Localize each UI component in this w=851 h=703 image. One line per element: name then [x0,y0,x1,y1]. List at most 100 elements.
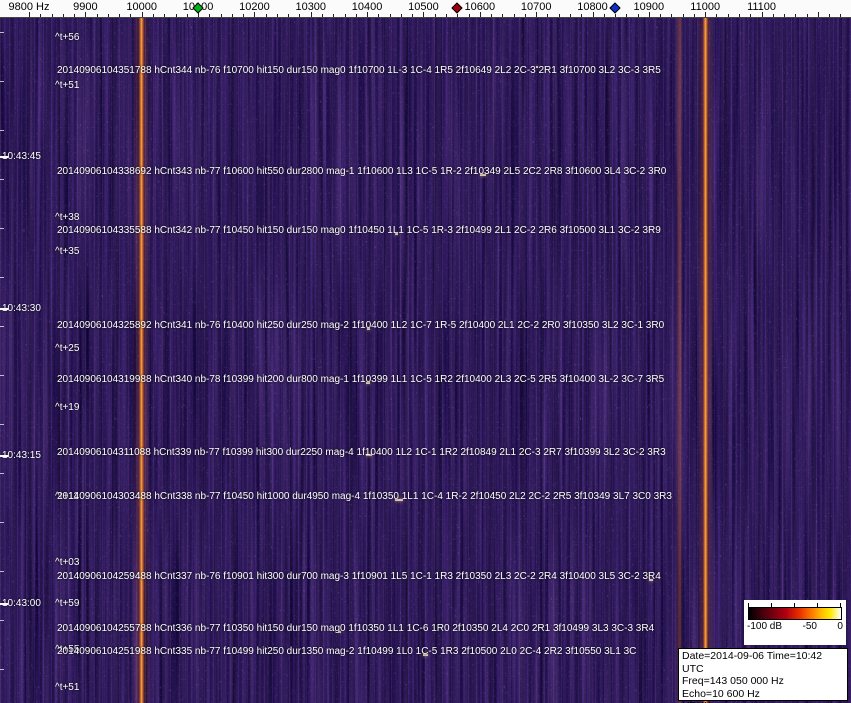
freq-tick-label: 10200 [239,1,270,13]
freq-tick-label: 10900 [633,1,665,13]
time-tick-major [0,455,8,457]
freq-tick [74,14,76,17]
freq-tick-label: 10700 [520,1,552,13]
freq-tick [276,14,278,17]
event-log-line: 20140906104255788 hCnt336 nb-77 f10350 h… [57,623,655,634]
freq-tick [220,14,222,17]
carrier-line-10955hz [676,18,684,703]
time-tick-minor [0,473,4,474]
freq-tick [400,14,402,17]
freq-tick-label: 10300 [295,1,327,13]
frequency-ruler[interactable]: 9800 Hz990010000101001020010300104001050… [0,0,851,18]
freq-tick [186,14,188,17]
freq-tick [693,14,695,17]
freq-tick [750,14,752,17]
freq-tick [840,14,842,17]
carrier-line-11000hz [701,18,709,703]
freq-tick [62,14,64,17]
freq-tick-label: 11000 [690,1,721,13]
freq-tick-label: 9800 Hz [8,1,50,13]
freq-tick [468,14,470,17]
freq-tick-label: 11100 [747,1,777,13]
freq-tick [288,14,290,17]
time-offset-mark: ^t+56 [55,32,80,43]
time-offset-mark: ^t+51 [55,80,80,91]
time-offset-mark: ^t+51 [55,682,80,693]
freq-tick-label: 10400 [351,1,383,13]
freq-tick [806,14,808,17]
info-box: Date=2014-09-06 Time=10:42 UTC Freq=143 … [678,648,848,703]
freq-tick [581,14,583,17]
freq-tick [795,14,797,17]
spectrum-analyzer-window: 9800 Hz990010000101001020010300104001050… [0,0,851,703]
freq-tick [513,14,515,17]
time-offset-mark: ^t+38 [55,212,80,223]
freq-tick [299,14,301,17]
freq-tick-label: 10000 [126,1,157,13]
freq-tick [829,14,831,17]
freq-tick [716,14,718,17]
event-log-line: 20140906104325892 hCnt341 nb-76 f10400 h… [57,320,665,331]
time-tick-minor [0,277,4,278]
freq-tick [322,14,324,17]
freq-tick [524,14,526,17]
freq-tick [389,14,391,17]
time-offset-mark: ^t+19 [55,402,80,413]
freq-tick [502,14,504,17]
time-offset-mark: ^t+35 [55,246,80,257]
freq-tick [96,14,98,17]
time-tick-minor [0,228,4,229]
freq-tick [547,14,549,17]
time-tick-minor [0,424,4,425]
freq-tick [40,14,42,17]
time-offset-mark: ^t+25 [55,343,80,354]
freq-tick-label: 10600 [464,1,496,13]
freq-tick [637,14,639,17]
time-tick-minor [0,375,4,376]
freq-tick [130,14,132,17]
event-log-line: 20140906104335588 hCnt342 nb-77 f10450 h… [57,225,661,236]
legend-labels: -100 dB -50 0 [744,620,846,633]
freq-tick [51,14,53,17]
time-tick-minor [0,620,4,621]
freq-tick [615,14,617,17]
freq-tick-label: 10800 [577,1,608,13]
time-tick-minor [0,326,4,327]
freq-tick [152,14,154,17]
freq-tick [772,14,774,17]
event-log-line: 20140906104251988 hCnt335 nb-77 f10499 h… [57,646,637,657]
time-tick-major [0,603,8,605]
time-tick-minor [0,130,4,131]
red-diamond-marker[interactable] [451,2,463,14]
event-log-line: 20140906104338692 hCnt343 nb-77 f10600 h… [57,166,667,177]
freq-tick [378,14,380,17]
event-log-line: 20140906104311088 hCnt339 nb-77 f10399 h… [57,447,666,458]
freq-tick [682,14,684,17]
freq-tick [434,14,436,17]
time-tick-minor [0,32,4,33]
time-tick-minor [0,522,4,523]
freq-tick [355,14,357,17]
time-offset-mark: ^t+03 [55,557,80,568]
legend-label-mid: -50 [802,621,817,632]
freq-tick [727,14,729,17]
freq-tick [265,14,267,17]
freq-tick [333,14,335,17]
freq-tick [209,14,211,17]
freq-tick [175,14,177,17]
blue-diamond-marker[interactable] [609,2,621,14]
legend-label-max: 0 [837,621,843,632]
info-date-time: Date=2014-09-06 Time=10:42 UTC [682,650,823,675]
freq-tick-label: 9900 [73,1,98,13]
freq-tick [412,14,414,17]
carrier-line-10000hz [138,18,146,703]
freq-tick [344,14,346,17]
overlay-layer: 10:43:45 10:43:30 10:43:15 10:43:00 ^t+56 ^t+… [0,18,851,703]
event-log-line: 20140906104303488 hCnt338 nb-77 f10450 h… [57,491,672,502]
freq-tick [457,14,459,17]
time-tick-major [0,308,8,310]
info-echo-freq: Echo=10 600 Hz [682,687,760,700]
event-log-line: 20140906104319988 hCnt340 nb-78 f10399 h… [57,374,665,385]
freq-tick [491,14,493,17]
spectrogram-waterfall[interactable]: 10:43:45 10:43:30 10:43:15 10:43:00 ^t+56 ^t+… [0,18,851,703]
